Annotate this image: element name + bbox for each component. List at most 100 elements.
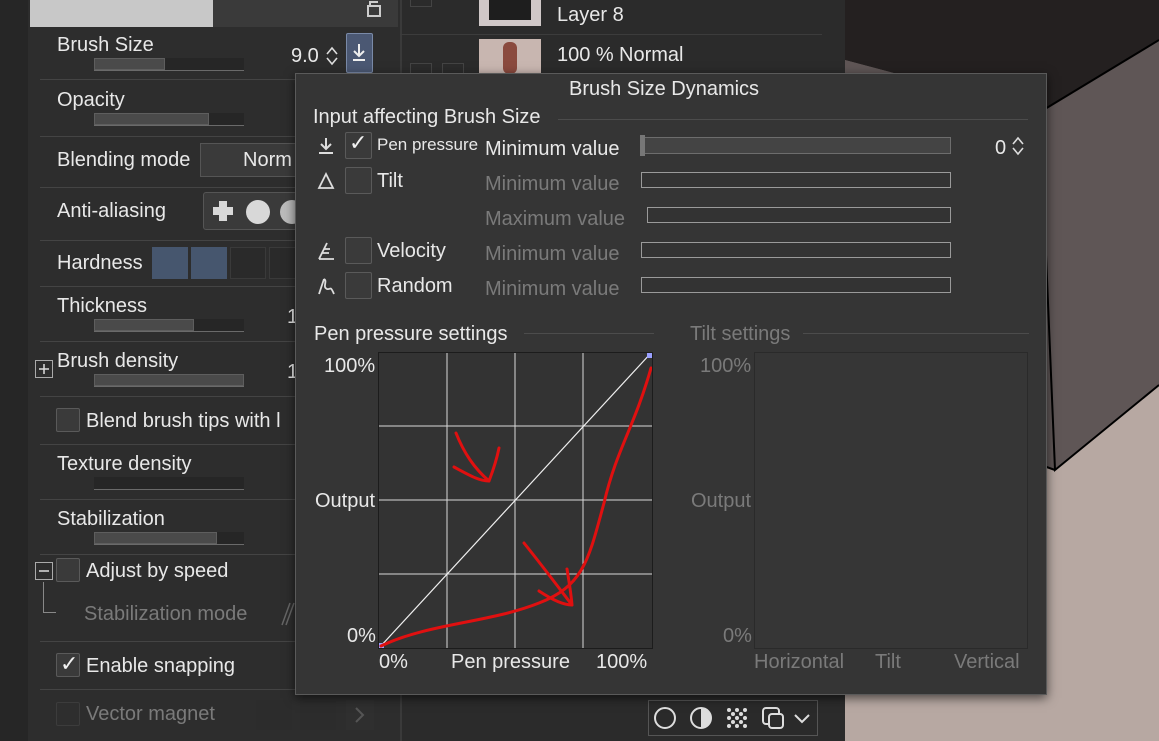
layer-row[interactable]: 100 % Normal	[400, 35, 822, 76]
pen-min-value[interactable]: 0	[995, 137, 1006, 160]
random-min-label: Minimum value	[485, 278, 620, 300]
download-icon[interactable]	[346, 33, 373, 73]
tilt-x-left: Horizontal	[754, 651, 845, 673]
opacity-slider[interactable]	[94, 113, 244, 126]
hardness-swatch[interactable]	[152, 247, 188, 279]
pen-pressure-checkbox[interactable]	[345, 131, 372, 159]
divider	[40, 499, 295, 500]
mask-icon[interactable]	[689, 706, 713, 730]
brush-size-label: Brush Size	[57, 34, 154, 56]
blending-mode-select[interactable]: Norm	[200, 143, 300, 177]
layer-row[interactable]: Layer 8	[400, 0, 822, 35]
blending-mode-label: Blending mode	[57, 149, 191, 171]
stabilization-mode-icon[interactable]	[278, 597, 296, 629]
divider	[40, 444, 295, 445]
velocity-min-label: Minimum value	[485, 243, 620, 265]
layer-thumbnail[interactable]	[479, 39, 541, 75]
divider	[40, 240, 295, 241]
brush-size-dynamics-dialog: Brush Size Dynamics Input affecting Brus…	[295, 73, 1047, 695]
input-section-title: Input affecting Brush Size	[313, 106, 541, 128]
random-label: Random	[377, 275, 453, 297]
tilt-graph[interactable]	[754, 352, 1028, 649]
layer-thumbnail[interactable]	[479, 0, 541, 26]
pen-min-handle[interactable]	[640, 135, 645, 156]
opacity-fill	[94, 113, 209, 125]
tilt-x-mid: Tilt	[875, 651, 901, 673]
vector-magnet-checkbox[interactable]	[56, 702, 80, 726]
aa-weak-icon[interactable]	[246, 200, 270, 224]
preview-swatch	[30, 0, 213, 27]
tilt-label: Tilt	[377, 170, 403, 192]
enable-snapping-checkbox[interactable]	[56, 652, 80, 677]
texture-density-slider[interactable]	[94, 477, 244, 490]
brush-density-label: Brush density	[57, 350, 179, 372]
blend-tips-label: Blend brush tips with l	[86, 410, 281, 432]
aa-none-icon[interactable]	[212, 200, 234, 222]
annotation-stroke	[452, 431, 501, 483]
tilt-min-slider[interactable]	[641, 172, 951, 188]
brush-size-fill	[94, 58, 165, 70]
tilt-checkbox[interactable]	[345, 167, 372, 194]
tilt-min-label: Minimum value	[485, 173, 620, 195]
blend-tips-checkbox[interactable]	[56, 408, 80, 432]
tilt-y-bottom: 0%	[723, 625, 752, 647]
spinner-icon[interactable]	[324, 44, 340, 68]
divider	[558, 119, 1028, 120]
velocity-checkbox[interactable]	[345, 237, 372, 264]
divider	[524, 333, 654, 334]
divider	[40, 286, 295, 287]
pen-min-slider[interactable]	[640, 135, 951, 156]
tilt-max-label: Maximum value	[485, 208, 626, 230]
texture-icon[interactable]	[725, 706, 749, 730]
brush-size-value[interactable]: 9.0	[291, 45, 319, 68]
hardness-swatch[interactable]	[191, 247, 227, 279]
tilt-max-slider[interactable]	[647, 207, 951, 223]
velocity-min-slider[interactable]	[641, 242, 951, 258]
blending-mode-value: Norm	[243, 149, 292, 171]
stabilization-slider[interactable]	[94, 532, 244, 545]
tilt-x-right: Vertical	[954, 651, 1020, 673]
brush-density-fill	[94, 374, 244, 386]
thickness-slider[interactable]	[94, 319, 244, 332]
tilt-icon	[315, 170, 337, 192]
left-strip	[0, 0, 28, 741]
chevron-right-icon[interactable]	[346, 700, 374, 730]
brush-size-slider[interactable]	[94, 58, 244, 71]
pen-pressure-icon	[315, 135, 337, 157]
random-checkbox[interactable]	[345, 272, 372, 299]
dialog-title: Brush Size Dynamics	[569, 78, 760, 100]
circle-icon[interactable]	[653, 706, 677, 730]
divider	[40, 341, 295, 342]
collapse-icon[interactable]	[35, 562, 53, 580]
divider	[40, 689, 295, 690]
layer-type-icon[interactable]	[761, 706, 785, 730]
expand-icon[interactable]	[35, 360, 53, 378]
vector-magnet-label: Vector magnet	[86, 703, 215, 725]
pen-pressure-label: Pen pressure	[377, 135, 479, 154]
pen-y-bottom: 0%	[347, 625, 376, 647]
random-min-slider[interactable]	[641, 277, 951, 293]
pen-y-top: 100%	[324, 355, 376, 377]
stabilization-mode-label: Stabilization mode	[84, 603, 248, 625]
pen-pressure-curve-svg[interactable]	[379, 353, 652, 648]
layer-blend-mode: Normal	[619, 44, 684, 66]
adjust-speed-checkbox[interactable]	[56, 558, 80, 582]
brush-density-slider[interactable]	[94, 374, 244, 387]
vector-magnet-option[interactable]	[256, 700, 292, 730]
divider	[40, 554, 295, 555]
layer-opacity: 100 %	[557, 44, 614, 66]
pen-pressure-graph[interactable]	[378, 352, 653, 649]
anti-aliasing-options[interactable]	[203, 192, 304, 230]
vector-magnet-option[interactable]	[300, 700, 336, 730]
lock-icon[interactable]	[363, 0, 385, 18]
layer-visibility-box[interactable]	[410, 0, 432, 7]
texture-density-label: Texture density	[57, 453, 192, 475]
spinner-icon[interactable]	[1010, 134, 1026, 158]
chevron-down-icon[interactable]	[791, 706, 813, 730]
hardness-swatch[interactable]	[230, 247, 266, 279]
tilt-settings-title: Tilt settings	[690, 323, 791, 345]
curve-handle-end	[647, 353, 652, 358]
random-icon	[315, 275, 337, 297]
divider	[40, 79, 295, 80]
pen-x-left: 0%	[379, 651, 408, 673]
